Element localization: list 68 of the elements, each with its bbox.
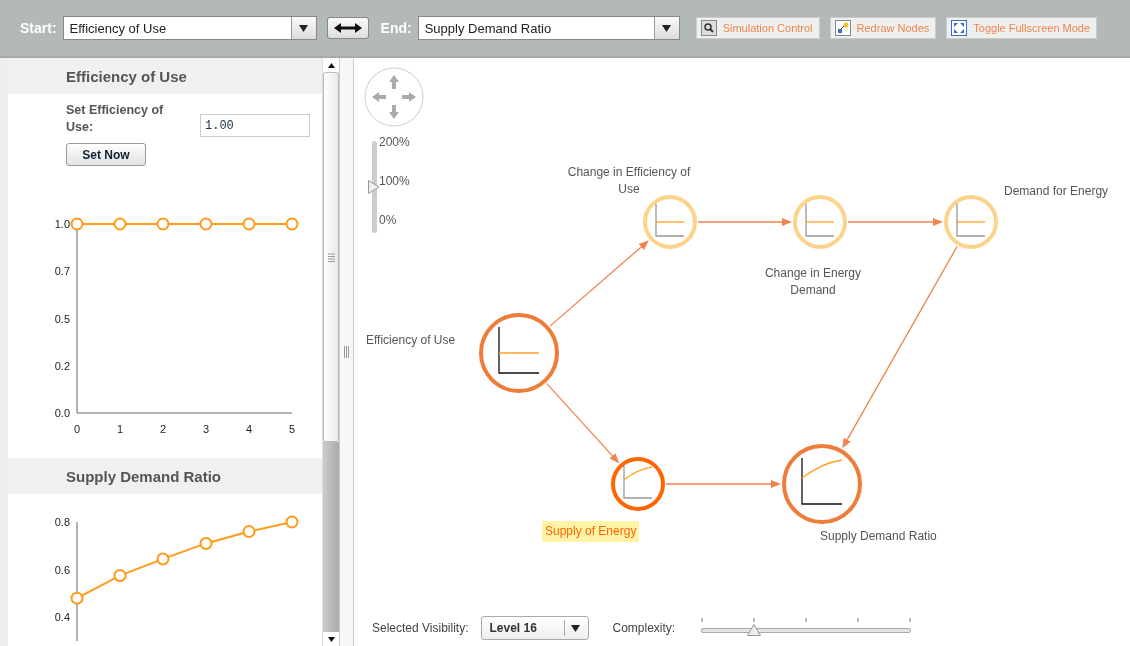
end-dropdown[interactable]: Supply Demand Ratio	[417, 16, 680, 40]
tick-label: 2	[159, 423, 167, 435]
tick-label: 0.0	[54, 407, 70, 419]
zoom-label: 200%	[379, 135, 410, 149]
tick-label: 0.2	[54, 359, 70, 372]
field-label: Set Efficiency of Use:	[66, 102, 165, 136]
data-point	[242, 525, 256, 538]
visibility-dropdown[interactable]: Level 16	[480, 616, 589, 640]
tick-label: 0.6	[54, 563, 70, 576]
input-field[interactable]: 1.00	[200, 114, 310, 137]
caret-icon	[570, 624, 580, 632]
caret-icon	[662, 24, 672, 32]
tick-label: 0	[73, 423, 81, 435]
slider-thumb[interactable]	[368, 180, 380, 194]
data-point	[156, 552, 170, 566]
set-now-button[interactable]: Set Now	[66, 143, 146, 166]
node[interactable]	[611, 457, 665, 511]
tick-label: 5	[288, 423, 296, 435]
tick-label: 4	[245, 423, 253, 435]
node-label[interactable]: Change in Energy Demand	[753, 265, 873, 299]
scrollbar-thumb[interactable]	[323, 72, 339, 442]
magnifier-icon	[700, 20, 717, 36]
data-point	[113, 217, 127, 231]
section-title: Efficiency of Use	[66, 67, 187, 85]
slider-thumb[interactable]	[746, 624, 761, 636]
double-arrow-icon	[333, 23, 362, 33]
redraw-icon	[834, 20, 851, 36]
zoom-label: 0%	[379, 213, 398, 227]
section-title: Supply Demand Ratio	[66, 467, 222, 485]
data-point	[242, 217, 256, 231]
grip-icon	[327, 252, 335, 262]
complexity-slider[interactable]	[701, 618, 912, 638]
node-label[interactable]: Change in Efficiency of Use	[565, 164, 693, 198]
swap-button[interactable]	[326, 17, 369, 39]
data-point	[285, 515, 299, 529]
node[interactable]	[782, 444, 862, 524]
tick-label: 0.4	[54, 611, 70, 624]
data-point	[285, 217, 299, 231]
node-label[interactable]: Demand for Energy	[1004, 183, 1109, 200]
start-dropdown[interactable]: Efficiency of Use	[62, 16, 317, 40]
tick-label: 1.0	[54, 218, 70, 230]
node[interactable]	[479, 313, 559, 393]
data-point	[156, 217, 170, 231]
data-point	[70, 591, 84, 605]
end-label: End:	[380, 20, 412, 36]
scrollbar[interactable]	[322, 58, 340, 646]
node-label[interactable]: Efficiency of Use	[366, 332, 456, 349]
tick-label: 0.7	[54, 265, 70, 278]
start-label: Start:	[20, 20, 57, 36]
tick-label: 0.5	[54, 312, 70, 325]
zoom-label: 100%	[379, 174, 410, 188]
data-point	[199, 217, 213, 231]
complexity-label: Complexity:	[612, 621, 676, 635]
tick-label: 1	[116, 423, 124, 435]
visibility-label: Selected Visibility:	[372, 621, 469, 635]
splitter[interactable]	[340, 58, 354, 646]
pan-control[interactable]	[364, 67, 424, 127]
down-arrow-icon[interactable]	[327, 636, 335, 642]
fullscreen-icon	[951, 20, 968, 36]
data-point	[113, 569, 127, 583]
data-point	[70, 217, 84, 231]
grip-icon	[344, 346, 349, 358]
up-arrow-icon[interactable]	[327, 62, 335, 68]
node-label[interactable]: Supply Demand Ratio	[820, 528, 937, 545]
data-point	[199, 536, 213, 550]
tick-label: 0.8	[54, 516, 70, 528]
caret-icon	[299, 24, 309, 32]
tick-label: 3	[202, 423, 210, 435]
